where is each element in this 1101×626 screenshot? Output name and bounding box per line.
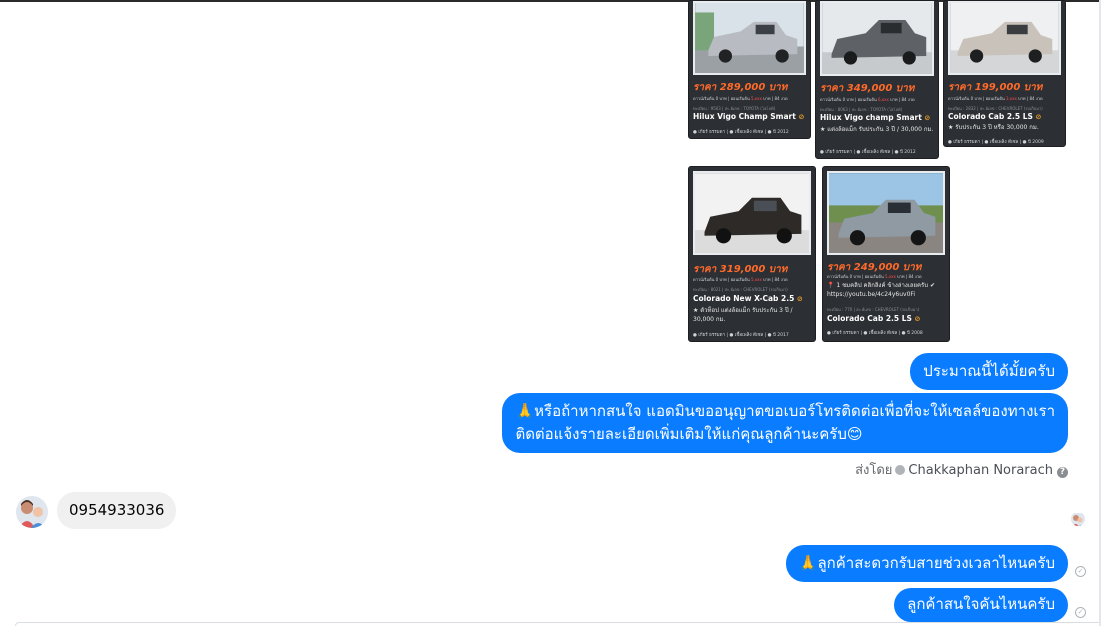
verified-icon: ⊘ xyxy=(1035,113,1042,121)
car-model: Hilux Vigo champ Smart ⊘ xyxy=(820,113,931,122)
car-card-hilux-349[interactable]: ราคา 349,000 บาท ดาวน์เริ่มต้น 0 บาท | ผ… xyxy=(815,0,939,159)
message-line: 🙏หรือถ้าหากสนใจ แอดมินขออนุญาตขอเบอร์โทร… xyxy=(515,402,1055,420)
car-terms: ดาวน์เริ่มต้น 0 บาท | ผ่อนเริ่มต้น 5,xxx… xyxy=(827,274,922,279)
car-card-colorado-249[interactable]: ราคา 249,000 บาท ดาวน์เริ่มต้น 0 บาท | ผ… xyxy=(822,166,950,342)
outgoing-message[interactable]: ลูกค้าสนใจคันไหนครับ xyxy=(894,588,1068,622)
car-meta: ทะเบียน : 2832 | สะ.ย์เลข : CHEVROLET (ร… xyxy=(948,106,1043,111)
car-model: Colorado Cab 2.5 LS ⊘ xyxy=(948,112,1042,121)
delivered-check-icon: ✓ xyxy=(1075,607,1086,618)
incoming-message[interactable]: 0954933036 xyxy=(57,492,177,529)
car-terms: ดาวน์เริ่มต้น 0 บาท | ผ่อนเริ่มต้น 3,xxx… xyxy=(948,96,1043,101)
car-footer: ● เกียร์ ธรรมดา | ● เชื้อเพลิง ดีเซล | ●… xyxy=(827,331,923,336)
outgoing-message[interactable]: 🙏ลูกค้าสะดวกรับสายช่วงเวลาไหนครับ xyxy=(785,545,1068,582)
verified-icon: ⊘ xyxy=(924,114,931,122)
car-card-hilux-289[interactable]: ราคา 289,000 บาท ดาวน์เริ่มต้น 0 บาท | ผ… xyxy=(688,0,811,139)
pickup-truck-image xyxy=(822,3,932,74)
car-terms: ดาวน์เริ่มต้น 0 บาท | ผ่อนเริ่มต้น 5,xxx… xyxy=(693,277,788,282)
car-model: Colorado Cab 2.5 LS ⊘ xyxy=(827,314,921,323)
sender-name[interactable]: Chakkaphan Norarach xyxy=(908,463,1053,478)
car-meta: ทะเบียน : 8021 | สะ.ย์เลข : CHEVROLET (ร… xyxy=(693,287,788,292)
delivered-check-icon: ✓ xyxy=(1075,566,1086,577)
avatar-image xyxy=(16,496,48,528)
car-meta: ทะเบียน : 770 | สะ.ย์เลข : CHEVROLET (รถ… xyxy=(827,307,920,312)
verified-icon: ⊘ xyxy=(798,113,805,121)
car-price: ราคา 349,000 บาท xyxy=(820,83,915,94)
car-footer: ● เกียร์ ธรรมดา | ● เชื้อเพลิง ดีเซล | ●… xyxy=(820,150,916,155)
car-footer: ● เกียร์ ธรรมดา | ● เชื้อเพลิง ดีเซล | ●… xyxy=(948,140,1044,145)
car-features: 📍 1 ชมคลิป คลิกลิงค์ ข้างล่างเลยครับ ✔ h… xyxy=(827,282,935,298)
car-features: ★ แต่งล้อแม็ก รับประกัน 3 ปี / 30,000 กม… xyxy=(820,126,934,133)
message-line: ติดต่อแจ้งรายละเอียดเพิ่มเติมให้แก่คุณลู… xyxy=(515,425,863,443)
car-price: ราคา 289,000 บาท xyxy=(693,82,788,93)
sent-by-label: ส่งโดย Chakkaphan Norarach? xyxy=(855,459,1068,480)
car-terms: ดาวน์เริ่มต้น 0 บาท | ผ่อนเริ่มต้น 5,xxx… xyxy=(693,96,788,101)
help-icon[interactable]: ? xyxy=(1057,467,1068,478)
pickup-truck-image xyxy=(950,3,1059,73)
outgoing-message[interactable]: ประมาณนี้ได้มั้ยครับ xyxy=(910,353,1068,390)
car-meta: ทะเบียน : 9503 | สะ.ย์เลข : TOYOTA (โฮโล… xyxy=(693,106,776,111)
car-photo xyxy=(693,1,806,75)
sent-by-prefix: ส่งโดย xyxy=(855,463,893,478)
verified-icon: ⊘ xyxy=(914,315,921,323)
pickup-truck-image xyxy=(695,173,809,253)
car-model: Hilux Vigo Champ Smart ⊘ xyxy=(693,112,805,121)
seen-avatar xyxy=(1071,512,1085,526)
car-footer: ● เกียร์ ธรรมดา | ● เชื้อเพลิง ดีเซล | ●… xyxy=(693,333,789,338)
message-composer-edge[interactable] xyxy=(15,622,1101,626)
car-card-colorado-319[interactable]: ราคา 319,000 บาท ดาวน์เริ่มต้น 0 บาท | ผ… xyxy=(688,166,816,342)
car-price: ราคา 319,000 บาท xyxy=(693,264,788,275)
car-photo xyxy=(948,1,1061,75)
car-photo xyxy=(693,171,811,255)
outgoing-message[interactable]: 🙏หรือถ้าหากสนใจ แอดมินขออนุญาตขอเบอร์โทร… xyxy=(502,393,1068,453)
car-photo xyxy=(820,1,934,76)
car-photo xyxy=(827,171,945,255)
car-meta: ทะเบียน : 8063 | สะ.ย์เลข : TOYOTA (โฮโล… xyxy=(820,107,903,112)
pickup-truck-image xyxy=(829,173,943,253)
seen-avatar-image xyxy=(1071,513,1085,526)
car-footer: ● เกียร์ ธรรมดา | ● เชื้อเพลิง ดีเซล | ●… xyxy=(693,130,789,135)
car-card-colorado-199[interactable]: ราคา 199,000 บาท ดาวน์เริ่มต้น 0 บาท | ผ… xyxy=(943,0,1066,147)
pickup-truck-image xyxy=(695,3,804,73)
car-price: ราคา 199,000 บาท xyxy=(948,82,1043,93)
car-features: ★ ตัวท็อป แต่งล้อแม็ก รับประกัน 3 ปี / 3… xyxy=(693,307,793,323)
car-features: ★ รับประกัน 3 ปี หรือ 30,000 กม. xyxy=(948,124,1039,131)
car-model: Colorado New X-Cab 2.5 ⊘ xyxy=(693,294,803,303)
customer-avatar[interactable] xyxy=(16,496,48,528)
meta-business-icon xyxy=(895,465,906,475)
verified-icon: ⊘ xyxy=(796,295,803,303)
car-terms: ดาวน์เริ่มต้น 0 บาท | ผ่อนเริ่มต้น 6,xxx… xyxy=(820,97,915,102)
